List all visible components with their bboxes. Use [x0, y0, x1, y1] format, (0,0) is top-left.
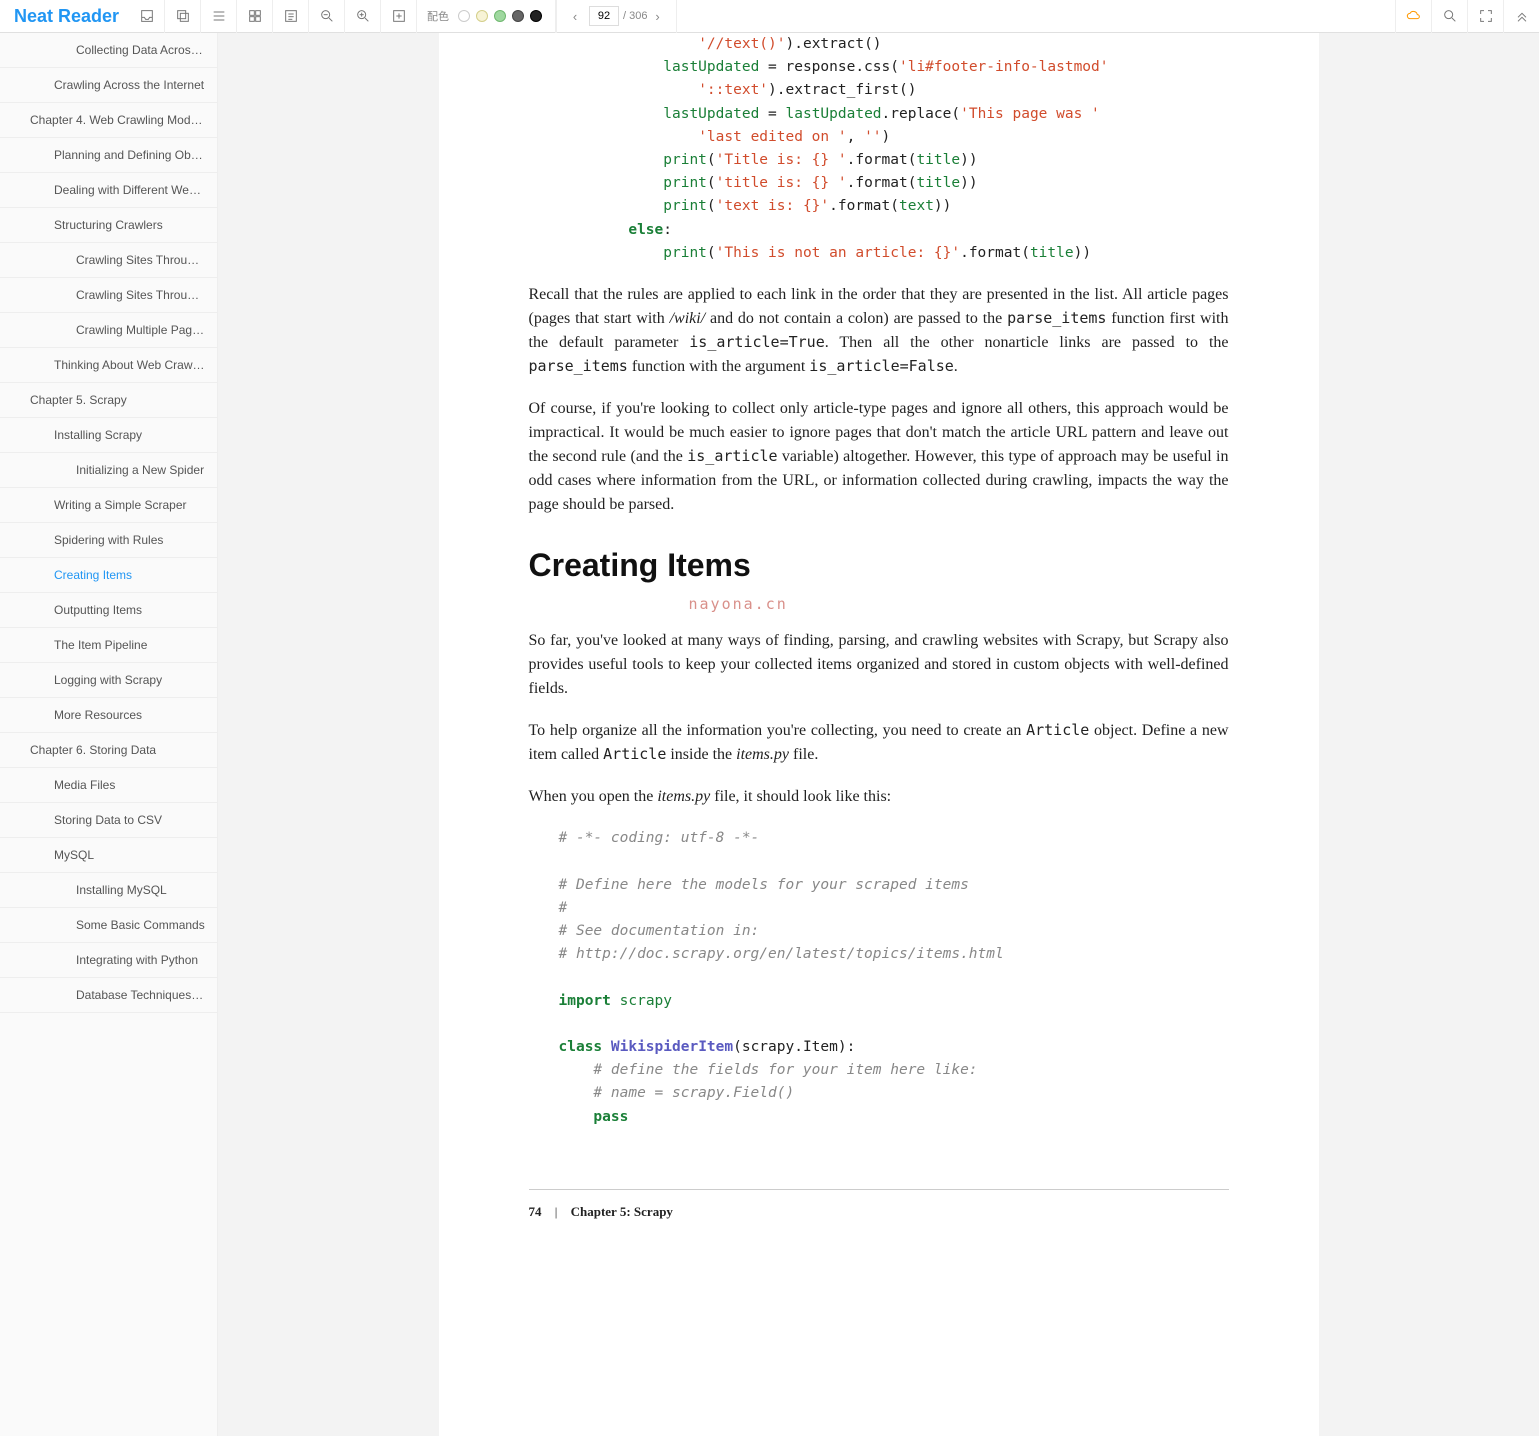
toc-item[interactable]: Database Techniques a… — [0, 978, 217, 1013]
toc-item[interactable]: Integrating with Python — [0, 943, 217, 978]
toc-item[interactable]: Planning and Defining Objects — [0, 138, 217, 173]
paragraph: To help organize all the information you… — [529, 719, 1229, 767]
menu-icon — [211, 8, 227, 24]
toc-item[interactable]: Structuring Crawlers — [0, 208, 217, 243]
footer-separator: | — [555, 1204, 558, 1219]
toc-item[interactable]: Media Files — [0, 768, 217, 803]
grid-button[interactable] — [237, 0, 273, 33]
paragraph: So far, you've looked at many ways of fi… — [529, 629, 1229, 701]
toc-item[interactable]: Outputting Items — [0, 593, 217, 628]
toc-item[interactable]: Installing Scrapy — [0, 418, 217, 453]
color-black[interactable] — [530, 10, 542, 22]
toc-item[interactable]: Crawling Across the Internet — [0, 68, 217, 103]
color-yellow[interactable] — [476, 10, 488, 22]
watermark-text: nayona.cn — [689, 593, 1229, 616]
copy-button[interactable] — [165, 0, 201, 33]
add-button[interactable] — [381, 0, 417, 33]
paragraph: When you open the items.py file, it shou… — [529, 785, 1229, 809]
page-input[interactable] — [589, 6, 619, 26]
code-block-top: '//text()').extract() lastUpdated = resp… — [559, 33, 1229, 265]
chevrons-up-icon — [1514, 8, 1530, 24]
zoom-in-button[interactable] — [345, 0, 381, 33]
toc-item[interactable]: Logging with Scrapy — [0, 663, 217, 698]
toolbar: Neat Reader 配色 ‹ / 306 › — [0, 0, 1539, 33]
paragraph: Of course, if you're looking to collect … — [529, 397, 1229, 517]
zoom-out-button[interactable] — [309, 0, 345, 33]
toc-item[interactable]: The Item Pipeline — [0, 628, 217, 663]
zoom-in-icon — [355, 8, 371, 24]
toc-item[interactable]: Crawling Sites Through… — [0, 278, 217, 313]
toc-item[interactable]: Dealing with Different Websi… — [0, 173, 217, 208]
color-label: 配色 — [417, 8, 455, 24]
toc-item[interactable]: More Resources — [0, 698, 217, 733]
expand-icon — [1478, 8, 1494, 24]
toc-item[interactable]: Chapter 6. Storing Data — [0, 733, 217, 768]
cloud-icon — [1406, 8, 1422, 24]
section-heading: Creating Items — [529, 541, 1229, 589]
notes-button[interactable] — [273, 0, 309, 33]
toc-item[interactable]: Collecting Data Across … — [0, 33, 217, 68]
search-button[interactable] — [1431, 0, 1467, 33]
color-scheme-group: 配色 — [417, 0, 556, 33]
next-page-button[interactable]: › — [648, 9, 668, 24]
app-brand: Neat Reader — [0, 6, 129, 27]
color-white[interactable] — [458, 10, 470, 22]
copy-icon — [175, 8, 191, 24]
content-area[interactable]: '//text()').extract() lastUpdated = resp… — [218, 33, 1539, 1436]
toc-item[interactable]: Crawling Sites Through… — [0, 243, 217, 278]
add-box-icon — [391, 8, 407, 24]
inbox-icon — [139, 8, 155, 24]
toc-item[interactable]: Initializing a New Spider — [0, 453, 217, 488]
toc-item[interactable]: Crawling Multiple Page … — [0, 313, 217, 348]
toc-item[interactable]: Thinking About Web Crawler… — [0, 348, 217, 383]
cloud-button[interactable] — [1395, 0, 1431, 33]
toc-item[interactable]: MySQL — [0, 838, 217, 873]
toc-item[interactable]: Chapter 4. Web Crawling Models — [0, 103, 217, 138]
prev-page-button[interactable]: ‹ — [565, 9, 585, 24]
collapse-button[interactable] — [1503, 0, 1539, 33]
footer-chapter: Chapter 5: Scrapy — [571, 1204, 673, 1219]
toc-item[interactable]: Some Basic Commands — [0, 908, 217, 943]
page-footer: 74 | Chapter 5: Scrapy — [529, 1189, 1229, 1222]
code-block-items: # -*- coding: utf-8 -*- # Define here th… — [559, 827, 1229, 1128]
zoom-out-icon — [319, 8, 335, 24]
toc-button[interactable] — [201, 0, 237, 33]
toc-sidebar[interactable]: Collecting Data Across …Crawling Across … — [0, 33, 218, 1436]
fullscreen-button[interactable] — [1467, 0, 1503, 33]
toc-item[interactable]: Spidering with Rules — [0, 523, 217, 558]
search-icon — [1442, 8, 1458, 24]
page-navigation: ‹ / 306 › — [556, 0, 676, 33]
color-gray[interactable] — [512, 10, 524, 22]
toc-item[interactable]: Chapter 5. Scrapy — [0, 383, 217, 418]
toc-item[interactable]: Creating Items — [0, 558, 217, 593]
color-green[interactable] — [494, 10, 506, 22]
list-icon — [283, 8, 299, 24]
footer-page-number: 74 — [529, 1204, 542, 1219]
toc-item[interactable]: Writing a Simple Scraper — [0, 488, 217, 523]
toc-item[interactable]: Storing Data to CSV — [0, 803, 217, 838]
paragraph: Recall that the rules are applied to eac… — [529, 283, 1229, 379]
grid-icon — [247, 8, 263, 24]
toc-item[interactable]: Installing MySQL — [0, 873, 217, 908]
page-total: / 306 — [623, 10, 647, 22]
library-button[interactable] — [129, 0, 165, 33]
book-page: '//text()').extract() lastUpdated = resp… — [439, 33, 1319, 1436]
